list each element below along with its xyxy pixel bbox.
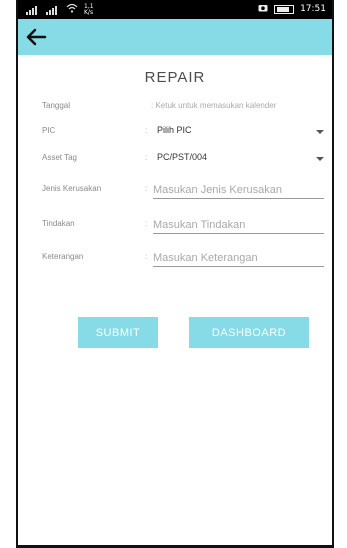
status-time: 17:51 (300, 4, 326, 14)
keterangan-label: Keterangan (42, 252, 84, 261)
tindakan-row: Tindakan : (42, 215, 332, 235)
tanggal-date-picker[interactable]: : Ketuk untuk memasukan kalender (151, 101, 276, 110)
keterangan-colon: : (145, 252, 148, 261)
asset-tag-dropdown[interactable]: PC/PST/004 (147, 149, 332, 169)
keterangan-input[interactable] (153, 249, 324, 267)
pic-row: PIC : Pilih PIC (42, 122, 332, 142)
wifi-icon (66, 3, 78, 16)
status-right: 88 17:51 (258, 3, 326, 15)
signal-icon (46, 5, 60, 15)
app-bar (18, 19, 332, 55)
tindakan-label: Tindakan (42, 219, 75, 228)
tindakan-colon: : (145, 219, 148, 228)
pic-selected-value: Pilih PIC (157, 125, 192, 135)
status-bar: 1,1 K/s 88 17:51 (18, 0, 332, 19)
jenis-kerusakan-input[interactable] (153, 181, 324, 199)
dashboard-button[interactable]: DASHBOARD (189, 317, 309, 348)
asset-tag-label: Asset Tag (42, 153, 77, 162)
page-title: REPAIR (144, 69, 206, 86)
battery-icon (274, 4, 295, 14)
submit-button[interactable]: SUBMIT (78, 317, 158, 348)
jenis-kerusakan-label: Jenis Kerusakan (42, 184, 102, 193)
status-left: 1,1 K/s (26, 3, 94, 16)
jenis-kerusakan-row: Jenis Kerusakan : (42, 180, 332, 200)
chevron-down-icon (316, 130, 324, 134)
keterangan-field (153, 248, 324, 267)
tindakan-field (153, 215, 324, 234)
tanggal-row: Tanggal : Ketuk untuk memasukan kalender (42, 97, 332, 117)
network-speed: 1,1 K/s (84, 2, 94, 16)
camera-icon (258, 3, 268, 15)
pic-label: PIC (42, 126, 56, 135)
signal-icon (26, 5, 40, 15)
arrow-left-icon[interactable] (22, 24, 50, 50)
jenis-kerusakan-colon: : (145, 184, 148, 193)
asset-tag-selected-value: PC/PST/004 (157, 152, 208, 162)
tanggal-label: Tanggal (42, 101, 71, 110)
jenis-kerusakan-field (153, 180, 324, 199)
chevron-down-icon (316, 157, 324, 161)
phone-screen: 1,1 K/s 88 17:51 REPAIR Tanggal : Ketuk … (16, 0, 334, 548)
tindakan-input[interactable] (153, 216, 324, 234)
keterangan-row: Keterangan : (42, 248, 332, 268)
asset-tag-row: Asset Tag : PC/PST/004 (42, 149, 332, 169)
pic-dropdown[interactable]: Pilih PIC (147, 122, 332, 142)
